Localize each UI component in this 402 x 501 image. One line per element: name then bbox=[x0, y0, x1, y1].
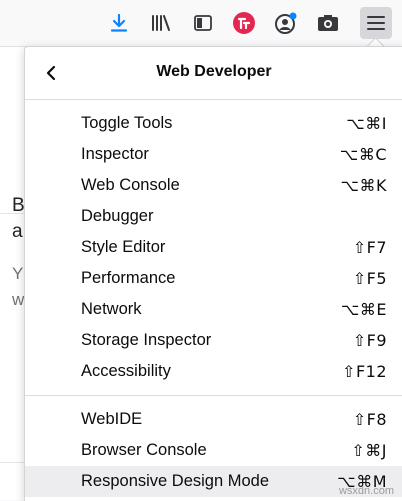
menu-item-label: Storage Inspector bbox=[81, 331, 212, 349]
menu-item-shortcut: ⌥⌘C bbox=[339, 145, 387, 164]
menu-item-shortcut: ⌥⌘E bbox=[340, 300, 387, 319]
menu-item-shortcut: ⇧F9 bbox=[352, 331, 387, 350]
menu-item-storage-inspector[interactable]: Storage Inspector ⇧F9 bbox=[25, 325, 402, 356]
page-text: Y bbox=[12, 264, 24, 283]
menu-item-label: Web Console bbox=[81, 176, 180, 194]
menu-item-accessibility[interactable]: Accessibility ⇧F12 bbox=[25, 356, 402, 387]
menu-item-label: Debugger bbox=[81, 207, 154, 225]
account-icon[interactable] bbox=[272, 9, 300, 37]
menu-item-web-console[interactable]: Web Console ⌥⌘K bbox=[25, 170, 402, 201]
menu-item-label: Accessibility bbox=[81, 362, 171, 380]
menu-item-label: Responsive Design Mode bbox=[81, 472, 270, 490]
menu-item-shortcut: ⇧F12 bbox=[342, 362, 387, 381]
menu-item-browser-console[interactable]: Browser Console ⇧⌘J bbox=[25, 435, 402, 466]
menu-item-debugger[interactable]: Debugger bbox=[25, 201, 402, 232]
menu-item-shortcut: ⇧F8 bbox=[352, 410, 387, 429]
addon-icon[interactable] bbox=[230, 9, 258, 37]
browser-toolbar bbox=[0, 0, 402, 47]
menu-item-label: Style Editor bbox=[81, 238, 166, 256]
library-icon[interactable] bbox=[147, 9, 175, 37]
menu-item-shortcut: ⌥⌘K bbox=[340, 176, 387, 195]
menu-item-label: Network bbox=[81, 300, 142, 318]
menu-item-shortcut: ⌥⌘I bbox=[346, 114, 387, 133]
menu-item-shortcut: ⇧F5 bbox=[352, 269, 387, 288]
reader-view-icon[interactable] bbox=[189, 9, 217, 37]
page-text: a bbox=[12, 221, 23, 242]
menu-item-label: Inspector bbox=[81, 145, 149, 163]
menu-item-label: Browser Console bbox=[81, 441, 207, 459]
web-developer-panel: Web Developer Toggle Tools ⌥⌘I Inspector… bbox=[24, 46, 402, 501]
menu-item-label: Toggle Tools bbox=[81, 114, 173, 132]
hamburger-menu-icon[interactable] bbox=[360, 7, 392, 39]
menu-item-performance[interactable]: Performance ⇧F5 bbox=[25, 263, 402, 294]
menu-item-network[interactable]: Network ⌥⌘E bbox=[25, 294, 402, 325]
menu-item-shortcut: ⇧⌘J bbox=[351, 441, 387, 460]
menu-item-label: Performance bbox=[81, 269, 176, 287]
download-icon[interactable] bbox=[105, 9, 133, 37]
menu-item-toggle-tools[interactable]: Toggle Tools ⌥⌘I bbox=[25, 108, 402, 139]
screenshot-icon[interactable] bbox=[314, 9, 342, 37]
page-text: w bbox=[12, 290, 25, 309]
menu-item-webide[interactable]: WebIDE ⇧F8 bbox=[25, 404, 402, 435]
panel-title: Web Developer bbox=[156, 63, 272, 80]
menu-separator bbox=[25, 395, 402, 396]
menu-item-style-editor[interactable]: Style Editor ⇧F7 bbox=[25, 232, 402, 263]
page-text: B bbox=[12, 195, 25, 216]
panel-header: Web Developer bbox=[25, 47, 402, 100]
menu-item-label: WebIDE bbox=[81, 410, 143, 428]
menu-item-inspector[interactable]: Inspector ⌥⌘C bbox=[25, 139, 402, 170]
watermark: wsxdn.com bbox=[338, 485, 394, 497]
menu-item-shortcut: ⇧F7 bbox=[352, 238, 387, 257]
